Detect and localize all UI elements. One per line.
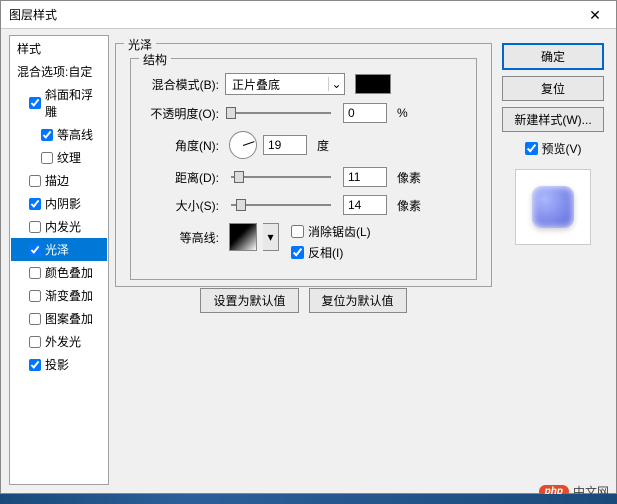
window-title: 图层样式	[9, 6, 57, 23]
taskbar-strip	[0, 494, 617, 504]
angle-dial[interactable]	[229, 131, 257, 159]
ok-button[interactable]: 确定	[502, 43, 604, 70]
style-item-label: 光泽	[45, 241, 69, 258]
right-panel: 确定 复位 新建样式(W)... 预览(V)	[498, 35, 608, 485]
style-checkbox[interactable]	[29, 359, 41, 371]
size-slider[interactable]	[231, 204, 331, 206]
style-item[interactable]: 等高线	[11, 123, 107, 146]
structure-group: 结构 混合模式(B): 正片叠底 ⌄ 不透明度(O): 0	[130, 58, 477, 280]
color-swatch[interactable]	[355, 74, 391, 94]
blend-mode-label: 混合模式(B):	[141, 76, 219, 93]
angle-input[interactable]: 19	[263, 135, 307, 155]
style-item[interactable]: 光泽	[11, 238, 107, 261]
style-item-label: 颜色叠加	[45, 264, 93, 281]
angle-unit: 度	[317, 137, 329, 154]
preview-thumbnail	[515, 169, 591, 245]
style-item-label: 描边	[45, 172, 69, 189]
style-checkbox[interactable]	[29, 267, 41, 279]
style-checkbox[interactable]	[29, 198, 41, 210]
size-input[interactable]: 14	[343, 195, 387, 215]
distance-slider[interactable]	[231, 176, 331, 178]
close-icon[interactable]: ✕	[575, 2, 615, 28]
style-checkbox[interactable]	[29, 244, 41, 256]
opacity-slider[interactable]	[231, 112, 331, 114]
style-checkbox[interactable]	[41, 129, 53, 141]
preview-checkbox[interactable]: 预览(V)	[525, 140, 582, 157]
gloss-label: 等高线:	[141, 223, 219, 246]
reset-default-button[interactable]: 复位为默认值	[309, 288, 407, 313]
style-item-label: 渐变叠加	[45, 287, 93, 304]
distance-label: 距离(D):	[141, 169, 219, 186]
distance-input[interactable]: 11	[343, 167, 387, 187]
settings-panel: 光泽 结构 混合模式(B): 正片叠底 ⌄ 不透明度(O):	[115, 35, 492, 485]
size-unit: 像素	[397, 197, 421, 214]
size-label: 大小(S):	[141, 197, 219, 214]
distance-unit: 像素	[397, 169, 421, 186]
preview-icon	[532, 186, 574, 228]
style-item-label: 外发光	[45, 333, 81, 350]
new-style-button[interactable]: 新建样式(W)...	[502, 107, 604, 132]
anti-alias-checkbox[interactable]: 消除锯齿(L)	[291, 223, 371, 240]
style-item-label: 斜面和浮雕	[45, 86, 101, 120]
blend-options-item[interactable]: 混合选项:自定	[11, 60, 107, 83]
structure-title: 结构	[139, 51, 171, 68]
set-default-button[interactable]: 设置为默认值	[200, 288, 298, 313]
style-item[interactable]: 颜色叠加	[11, 261, 107, 284]
style-checkbox[interactable]	[29, 175, 41, 187]
opacity-unit: %	[397, 106, 408, 120]
style-item-label: 图案叠加	[45, 310, 93, 327]
styles-header[interactable]: 样式	[11, 37, 107, 60]
invert-checkbox[interactable]: 反相(I)	[291, 244, 371, 261]
style-checkbox[interactable]	[41, 152, 53, 164]
opacity-input[interactable]: 0	[343, 103, 387, 123]
blend-mode-select[interactable]: 正片叠底 ⌄	[225, 73, 345, 95]
style-item[interactable]: 图案叠加	[11, 307, 107, 330]
opacity-label: 不透明度(O):	[141, 105, 219, 122]
style-checkbox[interactable]	[29, 336, 41, 348]
style-item[interactable]: 外发光	[11, 330, 107, 353]
satin-group: 光泽 结构 混合模式(B): 正片叠底 ⌄ 不透明度(O):	[115, 43, 492, 287]
style-checkbox[interactable]	[29, 97, 41, 109]
style-item[interactable]: 斜面和浮雕	[11, 83, 107, 123]
style-item-label: 内阴影	[45, 195, 81, 212]
style-item-label: 投影	[45, 356, 69, 373]
style-checkbox[interactable]	[29, 290, 41, 302]
style-item-label: 等高线	[57, 126, 93, 143]
titlebar: 图层样式 ✕	[1, 1, 616, 29]
chevron-down-icon: ⌄	[328, 77, 344, 91]
style-item[interactable]: 投影	[11, 353, 107, 376]
style-item[interactable]: 内发光	[11, 215, 107, 238]
style-item[interactable]: 内阴影	[11, 192, 107, 215]
chevron-down-icon[interactable]: ▾	[263, 223, 279, 251]
gloss-contour-picker[interactable]	[229, 223, 257, 251]
style-item[interactable]: 描边	[11, 169, 107, 192]
reset-button[interactable]: 复位	[502, 76, 604, 101]
style-item[interactable]: 纹理	[11, 146, 107, 169]
style-item-label: 纹理	[57, 149, 81, 166]
style-checkbox[interactable]	[29, 313, 41, 325]
dialog-window: 图层样式 ✕ 样式 混合选项:自定 斜面和浮雕等高线纹理描边内阴影内发光光泽颜色…	[0, 0, 617, 494]
angle-label: 角度(N):	[141, 137, 219, 154]
style-checkbox[interactable]	[29, 221, 41, 233]
style-item-label: 内发光	[45, 218, 81, 235]
styles-list: 样式 混合选项:自定 斜面和浮雕等高线纹理描边内阴影内发光光泽颜色叠加渐变叠加图…	[9, 35, 109, 485]
style-item[interactable]: 渐变叠加	[11, 284, 107, 307]
